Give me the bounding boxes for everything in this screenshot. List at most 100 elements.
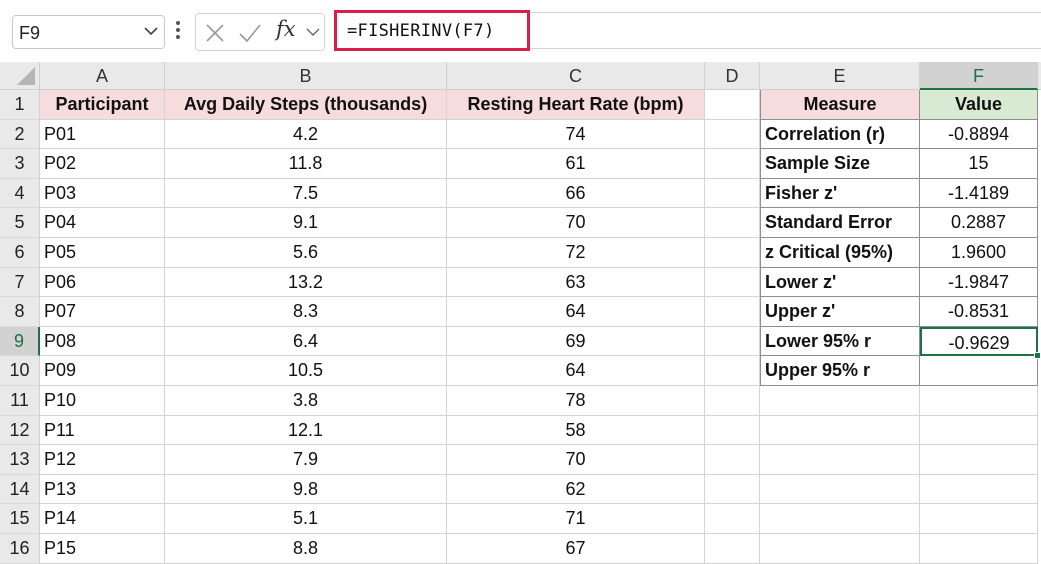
heart-rate-cell[interactable]: 66 [447,178,705,209]
empty-cell[interactable] [760,445,920,475]
heart-rate-cell[interactable]: 78 [447,386,705,416]
participant-cell[interactable]: P03 [40,178,165,209]
measure-cell[interactable]: Fisher z' [760,178,920,209]
measure-cell[interactable]: Correlation (r) [760,119,920,150]
row-header-13[interactable]: 13 [0,445,40,475]
empty-cell[interactable] [705,267,760,298]
measure-cell[interactable]: Sample Size [760,149,920,179]
empty-cell[interactable] [705,386,760,416]
participant-cell[interactable]: P04 [40,208,165,238]
empty-cell[interactable] [760,504,920,534]
column-header-c[interactable]: C [447,62,705,90]
row-header-4[interactable]: 4 [0,178,40,209]
empty-cell[interactable] [705,445,760,475]
steps-cell[interactable]: 4.2 [165,119,447,150]
row-header-3[interactable]: 3 [0,149,40,179]
column-header-d[interactable]: D [705,62,760,90]
steps-cell[interactable]: 6.4 [165,326,447,357]
participant-cell[interactable]: P06 [40,267,165,298]
steps-cell[interactable]: 11.8 [165,149,447,179]
empty-cell[interactable] [705,208,760,238]
empty-cell[interactable] [760,386,920,416]
participant-cell[interactable]: P12 [40,445,165,475]
participant-cell[interactable]: P02 [40,149,165,179]
empty-cell[interactable] [705,90,760,120]
name-box[interactable]: F9 [12,15,165,49]
heart-rate-cell[interactable]: 74 [447,119,705,150]
participant-cell[interactable]: P13 [40,474,165,505]
steps-cell[interactable]: 9.8 [165,474,447,505]
heart-rate-cell[interactable]: 63 [447,267,705,298]
participant-cell[interactable]: P01 [40,119,165,150]
row-header-9[interactable]: 9 [0,326,40,357]
row-header-5[interactable]: 5 [0,208,40,238]
select-all-button[interactable] [0,62,40,90]
empty-cell[interactable] [920,445,1038,475]
more-options-icon[interactable] [176,21,182,43]
steps-cell[interactable]: 8.3 [165,297,447,327]
heart-rate-cell[interactable]: 72 [447,238,705,268]
fill-handle[interactable] [1034,352,1041,360]
empty-cell[interactable] [705,504,760,534]
empty-cell[interactable] [705,119,760,150]
heart-rate-cell[interactable]: 61 [447,149,705,179]
heart-rate-cell[interactable]: 69 [447,326,705,357]
empty-cell[interactable] [920,386,1038,416]
row-header-1[interactable]: 1 [0,90,40,120]
steps-cell[interactable]: 3.8 [165,386,447,416]
steps-cell[interactable]: 7.9 [165,445,447,475]
participant-cell[interactable]: P09 [40,356,165,386]
participant-cell[interactable]: P15 [40,534,165,564]
empty-cell[interactable] [920,415,1038,446]
steps-cell[interactable]: 8.8 [165,534,447,564]
stats-header-value[interactable]: Value [920,90,1038,120]
row-header-15[interactable]: 15 [0,504,40,534]
participant-cell[interactable]: P08 [40,326,165,357]
steps-cell[interactable]: 13.2 [165,267,447,298]
value-cell[interactable]: 15 [920,149,1038,179]
empty-cell[interactable] [920,474,1038,505]
participant-cell[interactable]: P10 [40,386,165,416]
empty-cell[interactable] [705,238,760,268]
value-cell[interactable]: -0.8531 [920,297,1038,327]
insert-function-icon[interactable]: fx [276,17,296,41]
value-cell[interactable]: -0.8894 [920,119,1038,150]
steps-cell[interactable]: 9.1 [165,208,447,238]
empty-cell[interactable] [760,534,920,564]
stats-header-measure[interactable]: Measure [760,90,920,120]
measure-cell[interactable]: Lower 95% r [760,326,920,357]
empty-cell[interactable] [705,534,760,564]
empty-cell[interactable] [705,178,760,209]
column-header-e[interactable]: E [760,62,920,90]
heart-rate-cell[interactable]: 70 [447,445,705,475]
formula-input[interactable]: =FISHERINV(F7) [334,10,530,51]
steps-cell[interactable]: 5.1 [165,504,447,534]
participant-cell[interactable]: P14 [40,504,165,534]
empty-cell[interactable] [920,504,1038,534]
row-header-8[interactable]: 8 [0,297,40,327]
enter-icon[interactable] [238,22,262,44]
measure-cell[interactable]: Upper z' [760,297,920,327]
header-cell[interactable]: Resting Heart Rate (bpm) [447,90,705,120]
participant-cell[interactable]: P05 [40,238,165,268]
header-cell[interactable]: Avg Daily Steps (thousands) [165,90,447,120]
column-header-a[interactable]: A [40,62,165,90]
row-header-16[interactable]: 16 [0,534,40,564]
heart-rate-cell[interactable]: 64 [447,356,705,386]
empty-cell[interactable] [705,326,760,357]
empty-cell[interactable] [760,474,920,505]
heart-rate-cell[interactable]: 58 [447,415,705,446]
heart-rate-cell[interactable]: 71 [447,504,705,534]
heart-rate-cell[interactable]: 62 [447,474,705,505]
cancel-icon[interactable] [204,22,226,44]
column-header-f[interactable]: F [920,62,1038,90]
value-cell[interactable]: -1.4189 [920,178,1038,209]
participant-cell[interactable]: P07 [40,297,165,327]
empty-cell[interactable] [705,356,760,386]
steps-cell[interactable]: 7.5 [165,178,447,209]
row-header-10[interactable]: 10 [0,356,40,386]
value-cell[interactable]: 0.2887 [920,208,1038,238]
value-cell[interactable]: 1.9600 [920,238,1038,268]
empty-cell[interactable] [705,474,760,505]
row-header-6[interactable]: 6 [0,238,40,268]
